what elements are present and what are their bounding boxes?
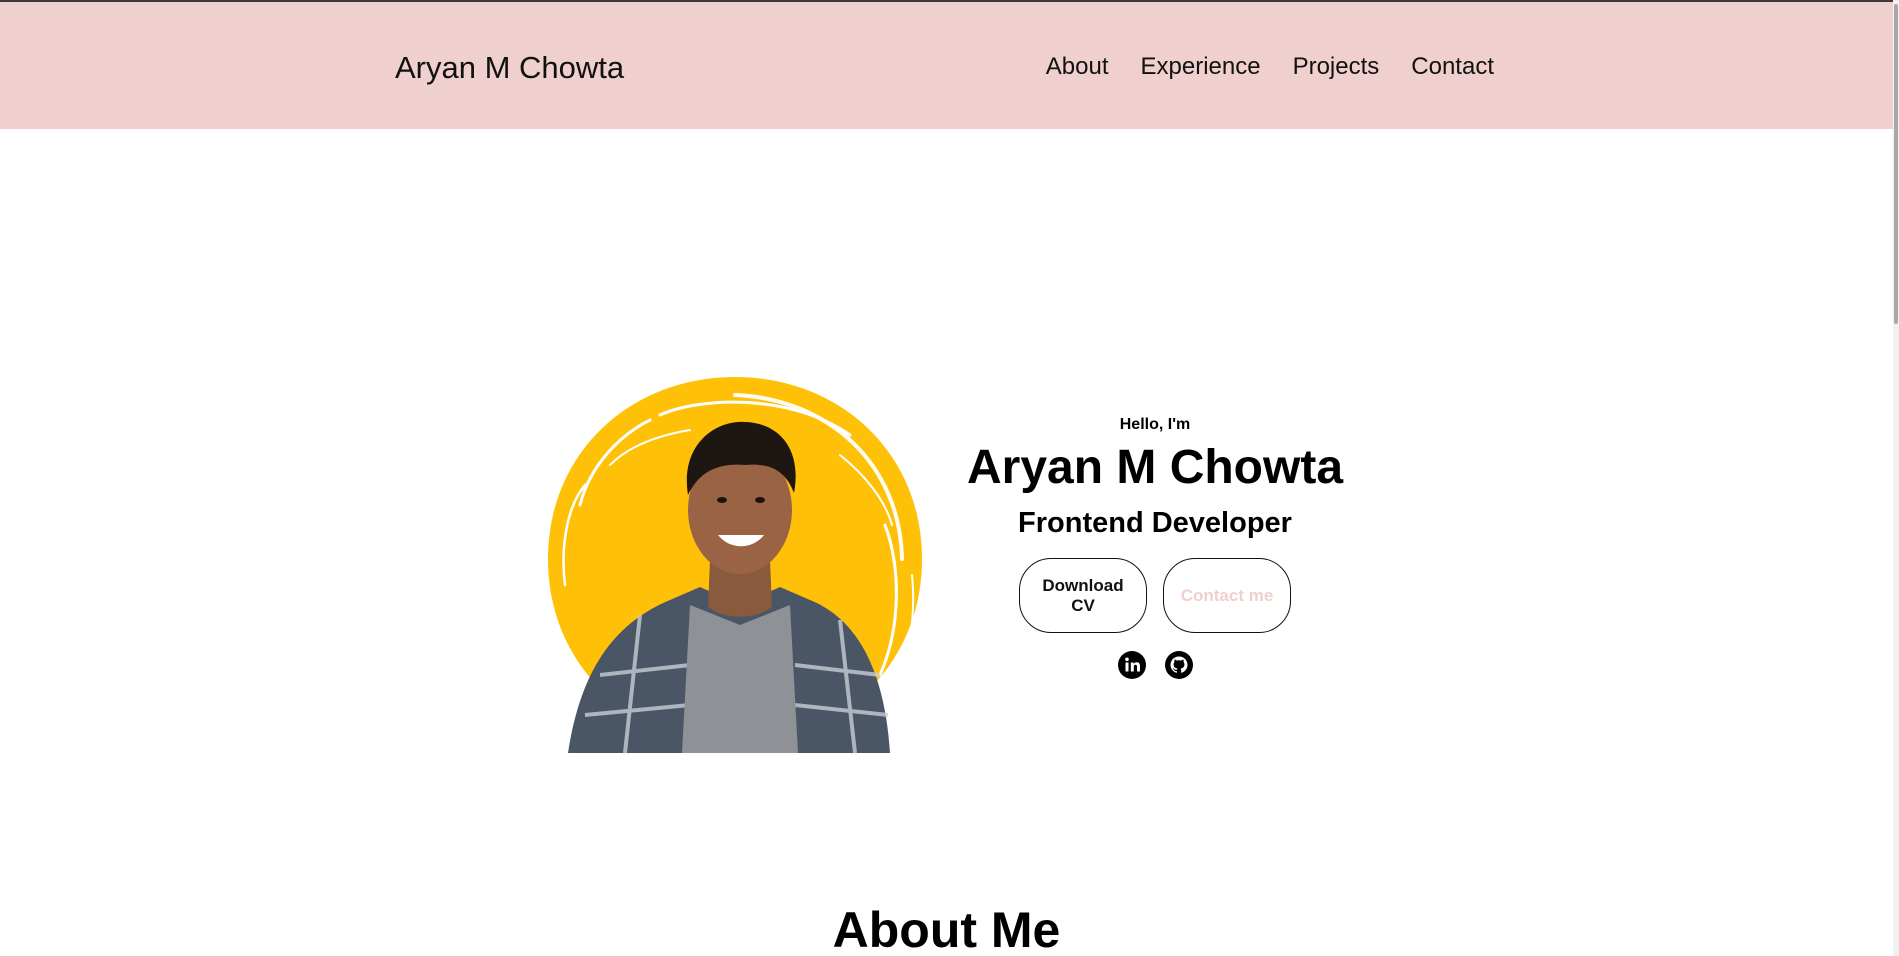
- hero-name: Aryan M Chowta: [966, 441, 1344, 494]
- download-cv-button[interactable]: Download CV: [1019, 558, 1147, 633]
- vertical-scrollbar[interactable]: [1893, 0, 1899, 956]
- about-section-title: About Me: [832, 902, 1061, 956]
- contact-me-button[interactable]: Contact me: [1163, 558, 1291, 633]
- nav-links: About Experience Projects Contact: [1046, 53, 1494, 81]
- site-logo[interactable]: Aryan M Chowta: [395, 50, 624, 86]
- page-viewport: Aryan M Chowta About Experience Projects…: [0, 0, 1893, 956]
- scrollbar-thumb[interactable]: [1894, 4, 1898, 324]
- navbar: Aryan M Chowta About Experience Projects…: [0, 2, 1893, 129]
- social-links: [940, 651, 1370, 679]
- hero-role: Frontend Developer: [1018, 507, 1292, 539]
- hero-text: Hello, I'm Aryan M Chowta Frontend Devel…: [940, 414, 1370, 679]
- nav-link-projects[interactable]: Projects: [1293, 53, 1380, 81]
- github-icon[interactable]: [1164, 651, 1193, 679]
- hero-greeting: Hello, I'm: [1119, 416, 1191, 433]
- nav-link-about[interactable]: About: [1046, 53, 1109, 81]
- hero-buttons: Download CV Contact me: [940, 558, 1370, 633]
- profile-picture: [540, 375, 930, 753]
- nav-link-experience[interactable]: Experience: [1141, 53, 1261, 81]
- nav-link-contact[interactable]: Contact: [1411, 53, 1494, 81]
- linkedin-icon[interactable]: [1117, 651, 1146, 679]
